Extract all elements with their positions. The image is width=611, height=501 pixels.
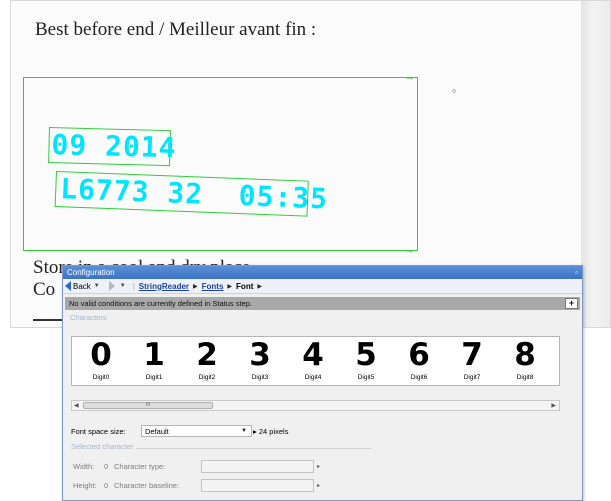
character-baseline-arrow-icon[interactable]: ▸ <box>317 482 320 489</box>
character-baseline-label: Character baseline: <box>114 481 180 490</box>
character-name: Digit6 <box>410 374 428 381</box>
character-type-field[interactable] <box>201 460 314 473</box>
character-name: Digit0 <box>92 374 110 381</box>
character-name: Digit2 <box>198 374 216 381</box>
back-arrow-icon[interactable] <box>65 281 71 291</box>
navigation-bar: Back ▼ ▼ | StringReader ▶ Fonts ▶ Font ▶ <box>63 279 582 294</box>
width-label: Width: <box>73 462 95 471</box>
panel-title: Configuration <box>67 268 115 277</box>
character-glyph: 3 <box>249 337 271 373</box>
breadcrumb-fonts[interactable]: Fonts <box>202 282 224 291</box>
height-value: 0 <box>104 481 109 490</box>
roi-rectangle[interactable] <box>23 77 418 251</box>
paper-edge <box>581 1 610 327</box>
paper-spot <box>452 89 456 93</box>
font-space-size-value: Default <box>145 427 169 436</box>
characters-list[interactable]: 0 Digit0 1 Digit1 2 Digit2 3 Digit3 4 Digit4 … <box>71 336 560 386</box>
font-space-size-select[interactable]: Default ▼ <box>141 425 252 437</box>
scroll-thumb[interactable]: III <box>83 402 213 409</box>
scroll-left-icon[interactable]: ◀ <box>74 402 79 409</box>
width-value: 0 <box>104 462 109 471</box>
forward-arrow-icon[interactable] <box>108 281 115 291</box>
character-item[interactable]: 3 Digit3 <box>235 337 285 382</box>
height-label: Height: <box>73 481 97 490</box>
character-item[interactable]: 4 Digit4 <box>288 337 338 382</box>
character-glyph: 6 <box>408 337 430 373</box>
character-glyph: 2 <box>196 337 218 373</box>
character-glyph: 0 <box>90 337 112 373</box>
characters-horizontal-scrollbar[interactable]: ◀ III ▶ <box>71 400 560 411</box>
character-glyph: 4 <box>302 337 324 373</box>
selected-character-group <box>71 448 371 501</box>
breadcrumb-chevron-icon[interactable]: ▶ <box>257 283 262 290</box>
breadcrumb-stringreader[interactable]: StringReader <box>139 282 189 291</box>
font-space-size-pixels: 24 pixels <box>258 427 289 436</box>
status-message: No valid conditions are currently define… <box>69 299 253 308</box>
dropdown-arrow-icon[interactable]: ▼ <box>241 426 247 437</box>
roi-direction-arrow-icon: → <box>404 244 415 256</box>
character-glyph: 7 <box>461 337 483 373</box>
font-space-size-unit: ▸ 24 pixels <box>253 427 289 436</box>
character-glyph: 5 <box>355 337 377 373</box>
character-name: Digit7 <box>463 374 481 381</box>
font-space-size-label: Font space size: <box>71 427 126 436</box>
status-message-bar: No valid conditions are currently define… <box>65 297 580 310</box>
character-item[interactable]: 1 Digit1 <box>129 337 179 382</box>
character-name: Digit3 <box>251 374 269 381</box>
pin-icon[interactable]: ▫ <box>575 266 578 279</box>
character-item[interactable]: 5 Digit5 <box>341 337 391 382</box>
back-button[interactable]: Back <box>73 282 91 291</box>
character-name: Digit5 <box>357 374 375 381</box>
character-type-arrow-icon[interactable]: ▸ <box>317 463 320 470</box>
selected-character-label: Selected character <box>71 442 136 451</box>
nav-separator: | <box>132 281 135 291</box>
breadcrumb-chevron-icon: ▶ <box>227 283 233 290</box>
back-dropdown-icon[interactable]: ▼ <box>94 283 100 289</box>
character-name: Digit1 <box>145 374 163 381</box>
character-item[interactable]: 2 Digit2 <box>182 337 232 382</box>
character-item[interactable]: 0 Digit0 <box>76 337 126 382</box>
characters-section-label: Characters <box>70 313 107 322</box>
expand-plus-button[interactable]: + <box>565 298 578 309</box>
breadcrumb-chevron-icon: ▶ <box>193 283 198 290</box>
character-name: Digit8 <box>516 374 534 381</box>
character-type-label: Character type: <box>114 462 166 471</box>
configuration-panel: Configuration ▫ Back ▼ ▼ | StringReader … <box>62 265 583 501</box>
roi-direction-arrow-icon: → <box>404 71 415 83</box>
ocr-text-line-1: 09 2014 <box>51 128 177 165</box>
scroll-right-icon[interactable]: ▶ <box>551 402 556 409</box>
character-baseline-field[interactable] <box>201 479 314 492</box>
character-item[interactable]: 6 Digit6 <box>394 337 444 382</box>
character-glyph: 8 <box>514 337 536 373</box>
label-heading: Best before end / Meilleur avant fin : <box>35 19 317 40</box>
forward-dropdown-icon[interactable]: ▼ <box>120 283 126 289</box>
character-name: Digit4 <box>304 374 322 381</box>
character-item[interactable]: 7 Digit7 <box>447 337 497 382</box>
character-item[interactable]: 8 Digit8 <box>500 337 550 382</box>
character-glyph: 1 <box>143 337 165 373</box>
panel-titlebar[interactable]: Configuration ▫ <box>63 266 582 279</box>
breadcrumb-font: Font <box>236 281 254 291</box>
ocr-result-line-1[interactable]: 09 2014 <box>48 127 177 167</box>
